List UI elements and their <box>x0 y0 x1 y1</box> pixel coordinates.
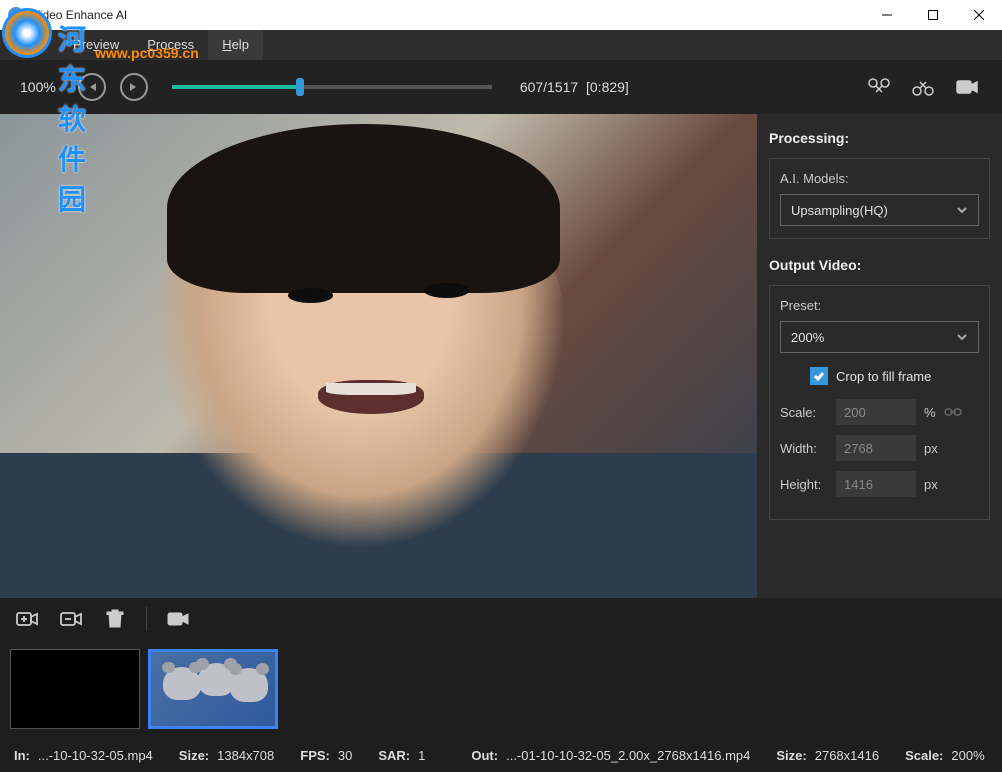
frame-counter: 607/1517 [0:829] <box>520 79 629 95</box>
thumbnail-1[interactable] <box>10 649 140 729</box>
preview-frame <box>0 114 757 598</box>
height-unit: px <box>924 477 938 492</box>
titlebar: Video Enhance AI <box>0 0 1002 30</box>
window-title: Video Enhance AI <box>32 8 864 22</box>
size-out-value: 2768x1416 <box>815 748 879 763</box>
thumbnail-2[interactable] <box>148 649 278 729</box>
thumbnail-strip <box>0 640 1002 738</box>
set-out-point-icon[interactable] <box>908 76 938 98</box>
scale-label: Scale: <box>780 405 828 420</box>
size-in-value: 1384x708 <box>217 748 274 763</box>
menu-process[interactable]: Process <box>133 30 208 60</box>
delete-button[interactable] <box>102 608 128 630</box>
out-label: Out: <box>471 748 498 763</box>
chevron-down-icon <box>956 204 968 216</box>
width-label: Width: <box>780 441 828 456</box>
scale-out-label: Scale: <box>905 748 943 763</box>
close-button[interactable] <box>956 0 1002 30</box>
maximize-button[interactable] <box>910 0 956 30</box>
in-value: ...-10-10-32-05.mp4 <box>38 748 153 763</box>
minimize-button[interactable] <box>864 0 910 30</box>
scale-row: Scale: % <box>780 399 979 425</box>
fps-value: 30 <box>338 748 352 763</box>
processing-title: Processing: <box>769 130 990 146</box>
menu-preview[interactable]: Preview <box>59 30 133 60</box>
record-button[interactable] <box>165 608 191 630</box>
scale-out-value: 200% <box>951 748 984 763</box>
fps-label: FPS: <box>300 748 330 763</box>
video-preview[interactable] <box>0 114 757 598</box>
link-icon[interactable] <box>944 405 962 419</box>
menu-help[interactable]: Help <box>208 30 263 60</box>
menubar: File Preview Process Help <box>0 30 1002 60</box>
timeline-slider[interactable] <box>172 77 492 97</box>
size-out-label: Size: <box>776 748 806 763</box>
out-value: ...-01-10-10-32-05_2.00x_2768x1416.mp4 <box>506 748 750 763</box>
in-label: In: <box>14 748 30 763</box>
crop-label: Crop to fill frame <box>836 369 931 384</box>
remove-clip-button[interactable] <box>58 608 84 630</box>
output-title: Output Video: <box>769 257 990 273</box>
camera-icon[interactable] <box>952 76 982 98</box>
preset-value: 200% <box>791 330 824 345</box>
scale-input[interactable] <box>836 399 916 425</box>
divider <box>146 607 147 631</box>
output-box: Preset: 200% Crop to fill frame Scale: %… <box>769 285 990 520</box>
set-in-point-icon[interactable] <box>864 76 894 98</box>
crop-checkbox[interactable] <box>810 367 828 385</box>
chevron-down-icon <box>956 331 968 343</box>
height-row: Height: px <box>780 471 979 497</box>
status-bar: In: ...-10-10-32-05.mp4 Size: 1384x708 F… <box>0 738 1002 772</box>
preset-dropdown[interactable]: 200% <box>780 321 979 353</box>
height-input[interactable] <box>836 471 916 497</box>
ai-models-label: A.I. Models: <box>780 171 979 186</box>
size-in-label: Size: <box>179 748 209 763</box>
next-frame-button[interactable] <box>120 73 148 101</box>
menu-file[interactable]: File <box>10 30 59 60</box>
height-label: Height: <box>780 477 828 492</box>
main-area: Processing: A.I. Models: Upsampling(HQ) … <box>0 114 1002 598</box>
preset-label: Preset: <box>780 298 979 313</box>
ai-model-dropdown[interactable]: Upsampling(HQ) <box>780 194 979 226</box>
prev-frame-button[interactable] <box>78 73 106 101</box>
sar-label: SAR: <box>378 748 410 763</box>
add-clip-button[interactable] <box>14 608 40 630</box>
sar-value: 1 <box>418 748 425 763</box>
toolbar: 100% 607/1517 [0:829] <box>0 60 1002 114</box>
processing-box: A.I. Models: Upsampling(HQ) <box>769 158 990 239</box>
ai-model-value: Upsampling(HQ) <box>791 203 888 218</box>
action-bar <box>0 598 1002 640</box>
app-icon <box>8 7 24 23</box>
width-unit: px <box>924 441 938 456</box>
crop-checkbox-row[interactable]: Crop to fill frame <box>810 367 979 385</box>
settings-panel: Processing: A.I. Models: Upsampling(HQ) … <box>757 114 1002 598</box>
width-input[interactable] <box>836 435 916 461</box>
width-row: Width: px <box>780 435 979 461</box>
zoom-level[interactable]: 100% <box>20 79 56 95</box>
scale-unit: % <box>924 405 936 420</box>
